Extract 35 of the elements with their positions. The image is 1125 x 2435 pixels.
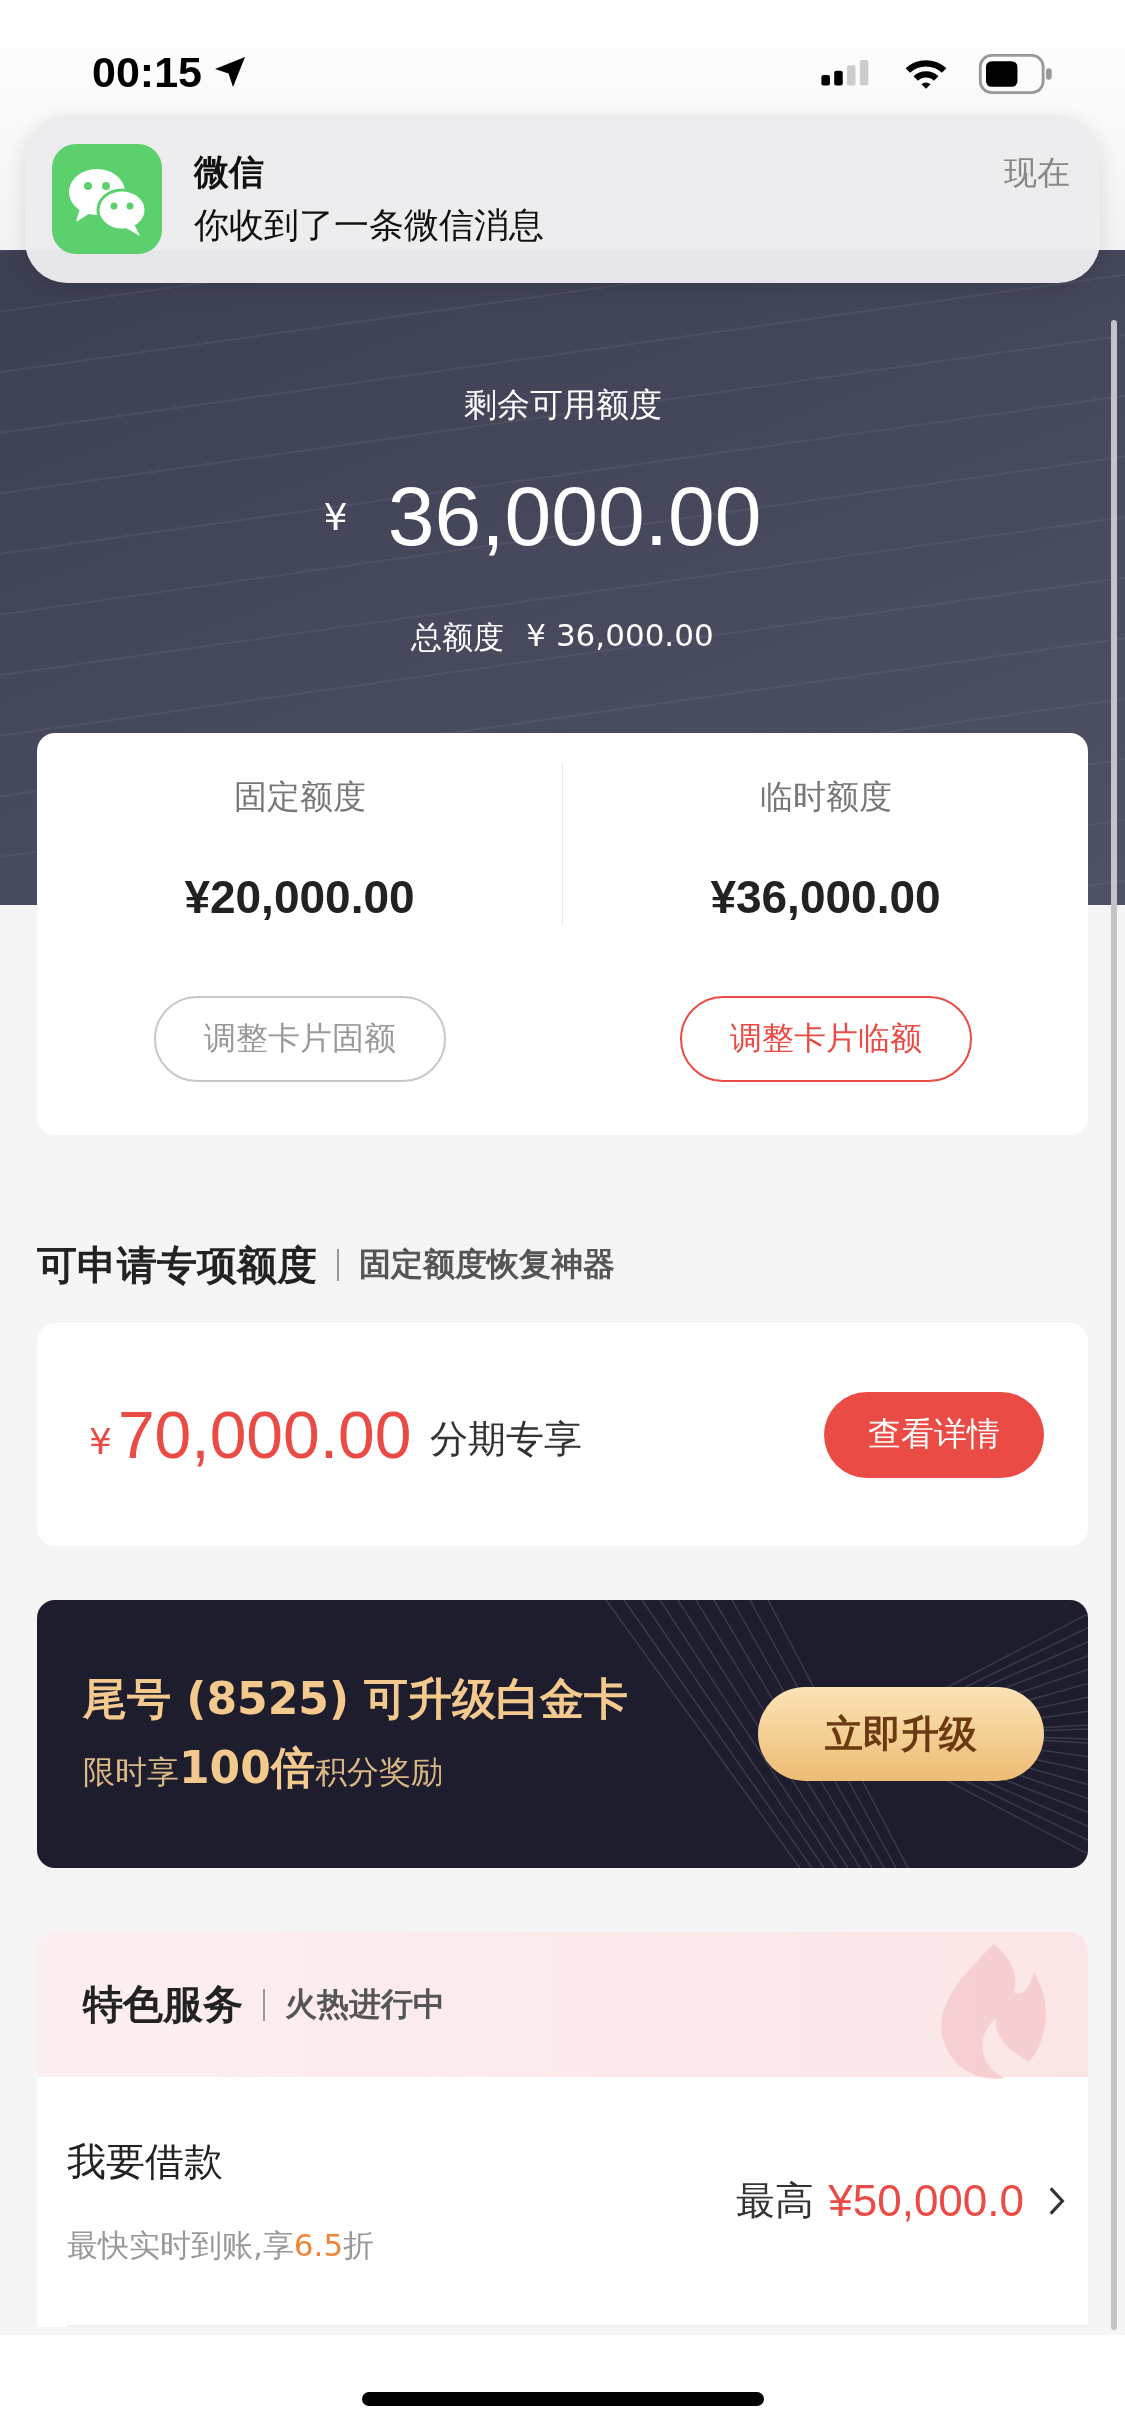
section-subtitle: 固定额度恢复神器 bbox=[359, 1244, 615, 1285]
service-description: 最快实时到账,享6.5折 bbox=[67, 2226, 375, 2265]
service-row[interactable]: 我要借款 最快实时到账,享6.5折 最高 ¥50,000.0 bbox=[37, 2077, 1088, 2325]
max-amount-label: 最高 bbox=[736, 2177, 815, 2225]
notification-message: 你收到了一条微信消息 bbox=[194, 204, 545, 247]
total-limit-amount: ¥ 36,000.00 bbox=[526, 617, 714, 655]
limit-amount: ¥20,000.00 bbox=[184, 870, 415, 924]
notification-time: 现在 bbox=[1004, 152, 1070, 194]
section-subtitle: 火热进行中 bbox=[285, 1983, 445, 2025]
chat-bubbles-icon bbox=[52, 144, 162, 254]
view-details-button[interactable]: 查看详情 bbox=[824, 1391, 1044, 1478]
chevron-right-icon bbox=[1048, 2185, 1066, 2217]
currency-sign: ¥ bbox=[323, 494, 348, 539]
status-time: 00:15 bbox=[92, 48, 202, 97]
service-title: 我要借款 bbox=[67, 2138, 224, 2186]
limit-label: 临时额度 bbox=[759, 776, 892, 818]
available-limit-amount: 36,000.00 bbox=[387, 468, 762, 565]
available-limit-label: 剩余可用额度 bbox=[463, 384, 662, 426]
max-amount: ¥50,000.0 bbox=[828, 2176, 1024, 2226]
battery-icon bbox=[977, 54, 1055, 94]
total-limit-label: 总额度 bbox=[411, 618, 505, 657]
upgrade-now-button[interactable]: 立即升级 bbox=[758, 1687, 1044, 1781]
adjust-limit-button[interactable]: 调整卡片临额 bbox=[679, 996, 972, 1082]
section-title: 特色服务 bbox=[83, 1980, 243, 2029]
limit-label: 固定额度 bbox=[233, 776, 366, 818]
section-title: 可申请专项额度 bbox=[37, 1240, 317, 1290]
notification-app-name: 微信 bbox=[194, 151, 265, 194]
limit-amount: ¥36,000.00 bbox=[710, 870, 941, 924]
currency-sign: ¥ bbox=[89, 1421, 112, 1462]
upgrade-subtitle: 限时享100倍积分奖励 bbox=[83, 1741, 444, 1795]
special-limit-amount: 70,000.00 bbox=[117, 1396, 412, 1473]
upgrade-title: 尾号 (8525) 可升级白金卡 bbox=[83, 1672, 630, 1726]
notification-banner[interactable]: 微信 你收到了一条微信消息 现在 bbox=[25, 115, 1100, 283]
installment-note: 分期专享 bbox=[429, 1416, 582, 1463]
wifi-icon bbox=[903, 57, 949, 91]
